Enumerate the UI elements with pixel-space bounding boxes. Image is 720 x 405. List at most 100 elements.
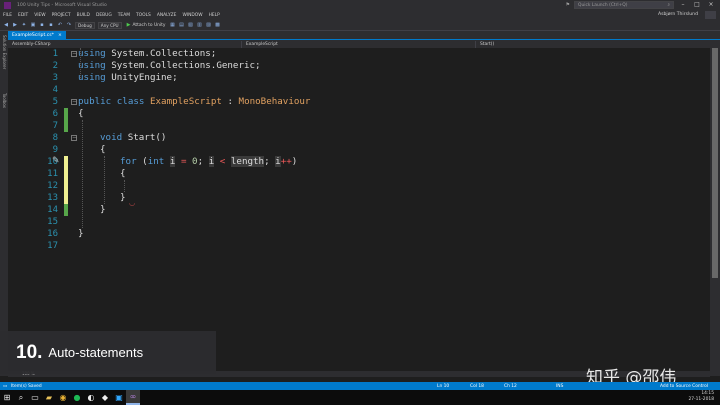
operator: < (219, 156, 226, 167)
member-dropdown[interactable]: Start() (476, 41, 710, 48)
menu-window[interactable]: WINDOW (182, 13, 202, 18)
spotify-icon[interactable]: ● (70, 390, 84, 405)
new-project-icon[interactable]: ✦ (21, 22, 27, 28)
code-text: { (100, 144, 106, 155)
file-explorer-icon[interactable]: ▰ (42, 390, 56, 405)
menu-help[interactable]: HELP (209, 13, 220, 18)
chrome-icon[interactable]: ◉ (56, 390, 70, 405)
pencil-icon: ✎ (52, 156, 60, 166)
code-line: 7 (8, 120, 710, 132)
unity-icon[interactable]: ◆ (98, 390, 112, 405)
document-tab-strip: ExampleScript.cs* × (8, 31, 720, 40)
menu-debug[interactable]: DEBUG (96, 13, 112, 18)
menu-tools[interactable]: TOOLS (136, 13, 151, 18)
tab-example-script[interactable]: ExampleScript.cs* × (8, 31, 66, 39)
change-marker-unsaved (64, 156, 68, 168)
toolbar-icon-d[interactable]: ▥ (196, 22, 202, 28)
type-dropdown[interactable]: ExampleScript (242, 40, 476, 48)
toolbar-icon-e[interactable]: ▨ (205, 22, 211, 28)
user-name[interactable]: Asbjørn Thirslund (658, 12, 698, 17)
steam-icon[interactable]: ◐ (84, 390, 98, 405)
code-text: } (100, 204, 106, 215)
task-view-icon[interactable]: ▭ (28, 390, 42, 405)
project-dropdown[interactable]: Assembly-CSharp (8, 40, 242, 48)
code-text: } (78, 228, 84, 239)
line-number: 9 (52, 145, 58, 155)
toolbar-icon-c[interactable]: ▧ (187, 22, 193, 28)
menu-team[interactable]: TEAM (118, 13, 130, 18)
system-clock[interactable]: 14:15 27-11-2018 (688, 391, 714, 403)
attach-to-unity-button[interactable]: ▶ Attach to Unity (127, 22, 166, 28)
notification-flag-icon[interactable]: ⚑ (566, 2, 570, 8)
code-text: using System.Collections; (78, 48, 216, 60)
menu-file[interactable]: FILE (3, 13, 12, 18)
quick-launch-input[interactable]: Quick Launch (Ctrl+Q) ⌕ (574, 1, 674, 9)
visual-studio-taskbar-icon[interactable]: ∞ (126, 390, 140, 405)
back-icon[interactable]: ◀ (3, 22, 9, 28)
side-tab-toolbox[interactable]: Toolbox (1, 93, 7, 108)
photoshop-icon[interactable]: ▣ (112, 390, 126, 405)
undo-icon[interactable]: ↶ (57, 22, 63, 28)
line-number: 2 (52, 61, 58, 71)
save-all-icon[interactable]: ▪ (48, 22, 54, 28)
menu-analyze[interactable]: ANALYZE (157, 13, 177, 18)
vertical-scrollbar[interactable] (710, 40, 720, 376)
save-icon[interactable]: ▪ (39, 22, 45, 28)
code-text: for (int i = 0; i < length; i++) (120, 156, 297, 168)
add-to-source-control-button[interactable]: Add to Source Control (660, 384, 708, 389)
loop-variable[interactable]: i (208, 156, 215, 167)
minimize-button[interactable]: – (678, 1, 688, 9)
scrollbar-thumb[interactable] (712, 48, 718, 278)
platform-select[interactable]: Any CPU (97, 21, 122, 29)
change-marker-saved (64, 108, 68, 120)
avatar[interactable] (705, 11, 716, 19)
toolbar-icon-f[interactable]: ▩ (214, 22, 220, 28)
code-editor[interactable]: 1 − using System.Collections; 2 using Sy… (8, 48, 710, 376)
menu-build[interactable]: BUILD (77, 13, 90, 18)
close-tab-icon[interactable]: × (58, 33, 62, 38)
title-bar-right: ⚑ Quick Launch (Ctrl+Q) ⌕ – □ × (566, 1, 716, 9)
colon: : (227, 96, 233, 107)
status-insert-mode: INS (556, 383, 564, 389)
status-message: Item(s) Saved (11, 383, 42, 389)
menu-project[interactable]: PROJECT (52, 13, 71, 18)
operator: = (180, 156, 187, 167)
menu-view[interactable]: VIEW (34, 13, 45, 18)
status-char: Ch 12 (504, 383, 517, 389)
forward-icon[interactable]: ▶ (12, 22, 18, 28)
code-text: using UnityEngine; (78, 72, 178, 84)
toolbar-icon-b[interactable]: ▤ (178, 22, 184, 28)
code-text: { (78, 108, 84, 119)
code-line: 12 (8, 180, 710, 192)
line-number: 16 (47, 229, 58, 239)
redo-icon[interactable]: ↷ (66, 22, 72, 28)
maximize-button[interactable]: □ (692, 1, 702, 9)
close-window-button[interactable]: × (706, 1, 716, 9)
keyword: public (78, 96, 112, 107)
code-line: 4 (8, 84, 710, 96)
namespace: UnityEngine; (111, 72, 178, 83)
menu-edit[interactable]: EDIT (18, 13, 28, 18)
configuration-select[interactable]: Debug (75, 21, 95, 29)
fold-toggle-icon[interactable]: − (71, 135, 77, 141)
line-number: 14 (47, 205, 58, 215)
member-label: Start() (480, 41, 495, 47)
fold-toggle-icon[interactable]: − (71, 99, 77, 105)
code-line: 13 } (8, 192, 710, 204)
clock-date: 27-11-2018 (688, 397, 714, 402)
code-line: 6 { (8, 108, 710, 120)
toolbar-icon-a[interactable]: ▦ (169, 22, 175, 28)
side-tab-strip: Solution Explorer Toolbox (0, 31, 8, 376)
status-line: Ln 10 (437, 383, 450, 389)
line-number: 17 (47, 241, 58, 251)
loop-variable[interactable]: i (169, 156, 176, 167)
line-number: 12 (47, 181, 58, 191)
visual-studio-logo-icon (4, 2, 11, 9)
search-icon[interactable]: ⌕ (14, 390, 28, 405)
side-tab-solution-explorer[interactable]: Solution Explorer (1, 35, 7, 69)
tip-number: 10. (16, 341, 43, 363)
open-folder-icon[interactable]: ▣ (30, 22, 36, 28)
fold-toggle-icon[interactable]: − (71, 51, 77, 57)
snippet-field-length[interactable]: length (230, 156, 265, 167)
windows-start-icon[interactable]: ⊞ (0, 390, 14, 405)
